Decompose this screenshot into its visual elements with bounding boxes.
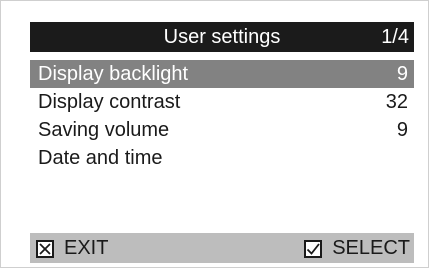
select-button[interactable]: SELECT: [304, 233, 410, 263]
checkmark-box-icon: [304, 240, 323, 258]
exit-button[interactable]: EXIT: [36, 233, 108, 263]
softkey-bar: EXIT SELECT: [30, 233, 414, 263]
menu-item-label: Date and time: [38, 147, 163, 169]
menu-item-value: 9: [396, 119, 408, 141]
select-label: SELECT: [332, 237, 410, 259]
menu-item-label: Saving volume: [38, 119, 170, 141]
menu-item-display-backlight[interactable]: Display backlight 9: [30, 60, 414, 88]
header-bar: User settings 1/4: [30, 22, 414, 52]
menu-item-label: Display contrast: [38, 91, 181, 113]
page-title: User settings: [163, 26, 281, 48]
menu-item-value: 9: [396, 63, 408, 85]
menu-item-value: 32: [385, 91, 408, 113]
settings-list: Display backlight 9 Display contrast 32 …: [30, 60, 414, 172]
menu-item-display-contrast[interactable]: Display contrast 32: [30, 88, 414, 116]
page-indicator: 1/4: [381, 26, 409, 48]
menu-item-date-and-time[interactable]: Date and time: [30, 144, 414, 172]
menu-item-saving-volume[interactable]: Saving volume 9: [30, 116, 414, 144]
settings-screen: User settings 1/4 Display backlight 9 Di…: [0, 0, 429, 268]
exit-label: EXIT: [64, 237, 109, 259]
x-box-icon: [36, 240, 54, 258]
menu-item-label: Display backlight: [38, 63, 189, 85]
